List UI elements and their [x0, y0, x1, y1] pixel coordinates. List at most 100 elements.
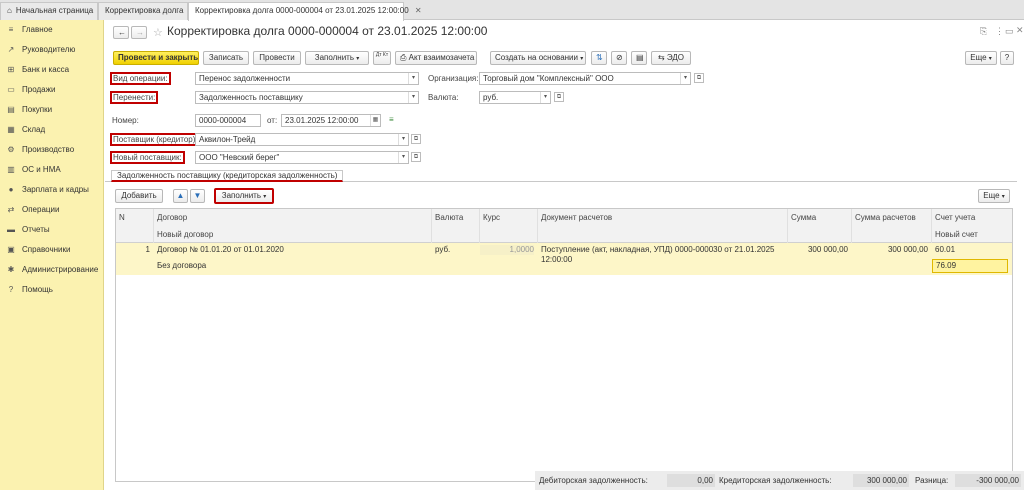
chevron-down-icon[interactable]: ▾ [398, 134, 408, 145]
menu-dots-icon[interactable]: ⋮ [995, 26, 1004, 37]
sidebar-item-label: Покупки [22, 105, 53, 114]
favorite-star-icon[interactable]: ☆ [153, 26, 163, 39]
tab-debt-correction[interactable]: Корректировка долга [98, 2, 188, 20]
table-fill-button[interactable]: Заполнить ▾ [214, 188, 274, 204]
col-new-contract-header[interactable]: Новый договор [154, 226, 432, 243]
link-icon[interactable]: ⎘ [980, 26, 987, 37]
post-button[interactable]: Провести [253, 51, 301, 65]
gear-icon: ✱ [7, 265, 15, 274]
number-field[interactable]: 0000-000004 [195, 114, 261, 127]
sidebar-item-12[interactable]: ✱ Администрирование [6, 263, 99, 277]
col-currency-header[interactable]: Валюта [432, 209, 480, 243]
col-new-account-header[interactable]: Новый счет [932, 226, 1012, 243]
dt-kt-button[interactable]: Дт Кт [373, 51, 391, 65]
open-new-supplier-icon[interactable]: ⧉ [411, 152, 421, 162]
fill-dropdown-button[interactable]: Заполнить ▾ [305, 51, 369, 65]
cell-account[interactable]: 60.01 [932, 245, 1008, 255]
post-and-close-button[interactable]: Провести и закрыть [113, 51, 199, 65]
help-button[interactable]: ? [1000, 51, 1014, 65]
debit-total-label: Дебиторская задолженность: [539, 476, 648, 485]
sidebar: ≡ Главное ↗ Руководителю ⊞ Банк и касса ▭ Прода… [0, 20, 104, 490]
sidebar-item-10[interactable]: ▬ Отчеты [6, 223, 50, 237]
forward-button[interactable]: → [131, 26, 147, 39]
open-currency-icon[interactable]: ⧉ [554, 92, 564, 102]
sidebar-item-6[interactable]: ⚙ Производство [6, 143, 74, 157]
more-label: Еще [970, 53, 987, 62]
cell-currency[interactable]: руб. [432, 245, 478, 255]
tab-home[interactable]: ⌂ Начальная страница [0, 2, 98, 20]
cell-new-contract[interactable]: Без договора [154, 261, 430, 271]
add-row-button[interactable]: Добавить [115, 189, 163, 203]
cell-new-account[interactable]: 76.09 [932, 259, 1008, 273]
sidebar-item-7[interactable]: ▥ ОС и НМА [6, 163, 60, 177]
sidebar-item-3[interactable]: ▭ Продажи [6, 83, 55, 97]
back-button[interactable]: ← [113, 26, 129, 39]
calendar-icon[interactable]: ▦ [370, 115, 380, 126]
chevron-down-icon[interactable]: ▾ [540, 92, 550, 103]
sidebar-item-1[interactable]: ↗ Руководителю [6, 43, 76, 57]
col-sum-header[interactable]: Сумма [788, 209, 852, 243]
tab-supplier-debt[interactable]: Задолженность поставщику (кредиторская з… [111, 170, 344, 182]
sidebar-item-5[interactable]: ▦ Склад [6, 123, 45, 137]
move-up-button[interactable]: ▲ [173, 189, 188, 203]
notes-button[interactable]: ▤ [631, 51, 647, 65]
transfer-field[interactable]: Задолженность поставщику ▾ [195, 91, 419, 104]
structure-button[interactable]: ⇅ [591, 51, 607, 65]
save-button[interactable]: Записать [203, 51, 249, 65]
move-down-button[interactable]: ▼ [190, 189, 205, 203]
close-icon[interactable]: ✕ [415, 6, 422, 15]
table-more-button[interactable]: Еще ▾ [978, 189, 1010, 203]
organization-label: Организация: [428, 74, 479, 83]
dt-kt-label: Дт Кт [375, 52, 389, 58]
col-rate-header[interactable]: Курс [480, 209, 538, 243]
supplier-field[interactable]: Аквилон-Трейд ▾ [195, 133, 409, 146]
col-number-header[interactable]: N [116, 209, 154, 243]
col-account-header[interactable]: Счет учета [932, 209, 1012, 226]
cell-contract[interactable]: Договор № 01.01.20 от 01.01.2020 [154, 245, 430, 255]
col-settle-sum-header[interactable]: Сумма расчетов [852, 209, 932, 243]
sidebar-item-13[interactable]: ? Помощь [6, 283, 53, 297]
edo-button[interactable]: ⇆ ЭДО [651, 51, 691, 65]
chevron-down-icon[interactable]: ▾ [398, 152, 408, 163]
sidebar-item-2[interactable]: ⊞ Банк и касса [6, 63, 69, 77]
offset-act-button[interactable]: ⎙ Акт взаимозачета [395, 51, 477, 65]
col-contract-header[interactable]: Договор [154, 209, 432, 226]
tab-debt-correction-doc[interactable]: Корректировка долга 0000-000004 от 23.01… [188, 2, 422, 21]
difference-value: -300 000,00 [955, 474, 1021, 487]
create-based-button[interactable]: Создать на основании ▾ [490, 51, 586, 65]
close-form-icon[interactable]: ✕ [1016, 25, 1024, 36]
number-value: 0000-000004 [199, 116, 247, 125]
table-fill-label: Заполнить [221, 191, 262, 200]
more-button[interactable]: Еще ▾ [965, 51, 997, 65]
sidebar-item-0[interactable]: ≡ Главное [6, 23, 53, 37]
currency-value: руб. [483, 93, 499, 102]
cell-settle-sum[interactable]: 300 000,00 [852, 245, 928, 255]
operation-type-field[interactable]: Перенос задолженности ▾ [195, 72, 419, 85]
chevron-down-icon[interactable]: ▾ [408, 73, 418, 84]
organization-field[interactable]: Торговый дом "Комплексный" ООО ▾ [479, 72, 691, 85]
table-row[interactable]: 1 Договор № 01.01.20 от 01.01.2020 Без дог… [116, 243, 1012, 275]
maximize-icon[interactable]: ▭ [1005, 26, 1014, 37]
chevron-down-icon[interactable]: ▾ [408, 92, 418, 103]
book-icon: ▣ [7, 245, 15, 254]
sidebar-item-8[interactable]: ● Зарплата и кадры [6, 183, 89, 197]
currency-field[interactable]: руб. ▾ [479, 91, 551, 104]
arrow-right-icon: → [136, 28, 144, 37]
sidebar-item-label: Отчеты [22, 225, 50, 234]
open-organization-icon[interactable]: ⧉ [694, 73, 704, 83]
cell-document-line1[interactable]: Поступление (акт, накладная, УПД) 0000-0… [538, 245, 784, 255]
chevron-down-icon[interactable]: ▾ [680, 73, 690, 84]
sidebar-item-4[interactable]: ▤ Покупки [6, 103, 52, 117]
attach-button[interactable]: ⊘ [611, 51, 627, 65]
col-document-header[interactable]: Документ расчетов [538, 209, 788, 243]
sidebar-item-11[interactable]: ▣ Справочники [6, 243, 70, 257]
sidebar-item-9[interactable]: ⇄ Операции [6, 203, 60, 217]
supplier-value: Аквилон-Трейд [199, 135, 256, 144]
cell-rate[interactable]: 1,0000 [480, 245, 534, 255]
cell-document-line2[interactable]: 12:00:00 [538, 255, 784, 265]
cell-number[interactable]: 1 [116, 245, 150, 255]
open-supplier-icon[interactable]: ⧉ [411, 134, 421, 144]
date-field[interactable]: 23.01.2025 12:00:00 ▦ [281, 114, 381, 127]
cell-sum[interactable]: 300 000,00 [788, 245, 848, 255]
new-supplier-field[interactable]: ООО "Невский берег" ▾ [195, 151, 409, 164]
